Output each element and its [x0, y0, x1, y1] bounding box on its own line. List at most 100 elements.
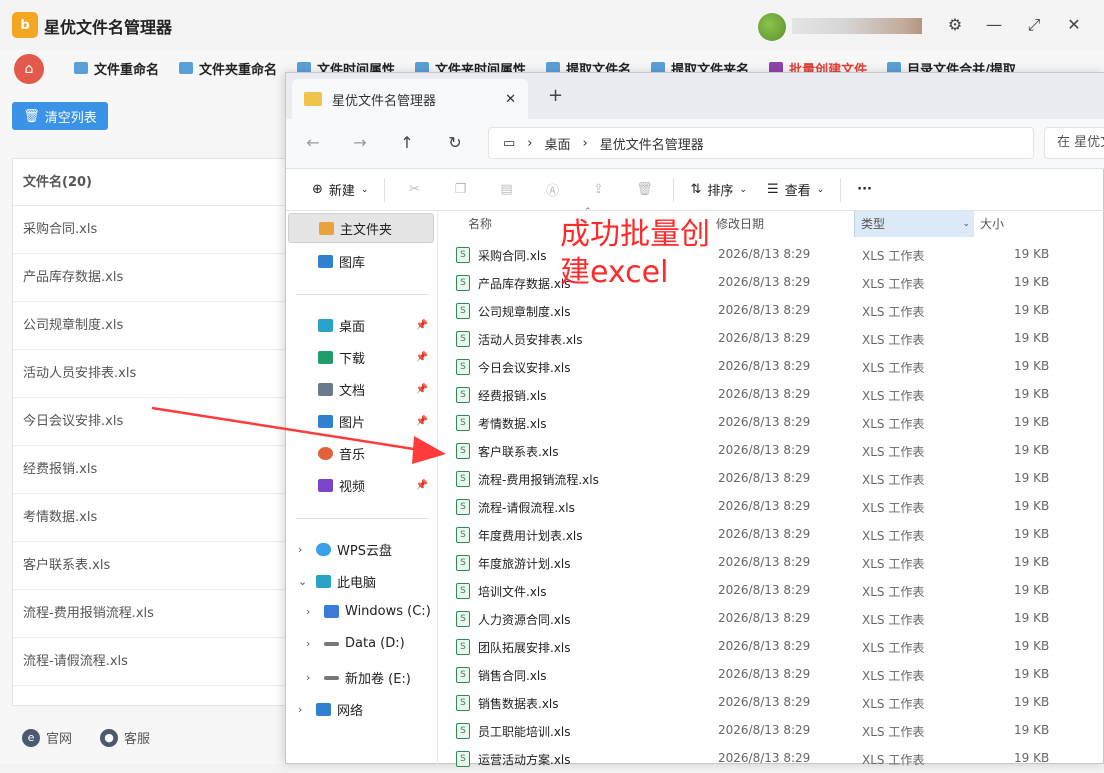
minimize-button[interactable]: — [983, 14, 1005, 36]
rename-icon[interactable]: Ⓐ [529, 175, 575, 205]
settings-icon[interactable]: ⚙ [944, 14, 966, 36]
chevron-right-icon[interactable]: › [306, 605, 318, 618]
windows-drive-icon [324, 605, 339, 618]
pin-icon[interactable]: 📌 [416, 320, 428, 331]
file-name: 团队拓展安排.xls [478, 641, 571, 655]
sidebar-item-drive-d[interactable]: › Data (D:) [306, 636, 405, 651]
list-item[interactable]: 客户联系表.xls [13, 542, 301, 590]
list-item[interactable]: 考情数据.xls [13, 494, 301, 542]
file-name: 销售数据表.xls [478, 697, 559, 711]
file-name: 经费报销.xls [478, 389, 547, 403]
back-icon[interactable]: ← [302, 133, 324, 152]
delete-icon[interactable]: 🗑 [621, 175, 667, 205]
address-bar-row: ← → ↑ ↻ ▭ › 桌面 › 星优文件名管理器 在 星优文 [286, 119, 1104, 169]
share-icon[interactable]: ⇪ [575, 175, 621, 205]
avatar[interactable] [758, 13, 786, 41]
sidebar-item-downloads[interactable]: 下载 📌 [318, 348, 436, 367]
sidebar-item-thispc[interactable]: ⌄ 此电脑 [298, 572, 376, 591]
table-row[interactable]: S 流程-请假流程.xls 2026/8/13 8:29 XLS 工作表 19 KB [438, 493, 1104, 521]
table-row[interactable]: S 客户联系表.xls 2026/8/13 8:29 XLS 工作表 19 KB [438, 437, 1104, 465]
list-item[interactable]: 流程-费用报销流程.xls [13, 590, 301, 638]
copy-icon[interactable]: ❐ [437, 175, 483, 205]
file-type: XLS 工作表 [862, 557, 925, 571]
support-link[interactable]: ● 客服 [100, 728, 150, 747]
file-type: XLS 工作表 [862, 725, 925, 739]
up-icon[interactable]: ↑ [396, 133, 418, 152]
list-item[interactable]: 公司规章制度.xls [13, 302, 301, 350]
address-bar[interactable]: ▭ › 桌面 › 星优文件名管理器 [488, 127, 1034, 159]
pin-icon[interactable]: 📌 [416, 384, 428, 395]
chevron-right-icon[interactable]: › [306, 637, 318, 650]
sidebar-item-documents[interactable]: 文档 📌 [318, 380, 436, 399]
xls-file-icon: S [456, 751, 470, 767]
table-row[interactable]: S 员工职能培训.xls 2026/8/13 8:29 XLS 工作表 19 KB [438, 717, 1104, 745]
chevron-right-icon[interactable]: › [298, 703, 310, 716]
table-row[interactable]: S 产品库存数据.xls 2026/8/13 8:29 XLS 工作表 19 KB [438, 269, 1104, 297]
table-row[interactable]: S 考情数据.xls 2026/8/13 8:29 XLS 工作表 19 KB [438, 409, 1104, 437]
table-row[interactable]: S 经费报销.xls 2026/8/13 8:29 XLS 工作表 19 KB [438, 381, 1104, 409]
home-button[interactable]: ⌂ [14, 54, 44, 84]
chevron-down-icon[interactable]: ⌄ [298, 575, 310, 588]
pin-icon[interactable]: 📌 [416, 480, 428, 491]
forward-icon[interactable]: → [349, 133, 371, 152]
table-row[interactable]: S 人力资源合同.xls 2026/8/13 8:29 XLS 工作表 19 KB [438, 605, 1104, 633]
table-row[interactable]: S 公司规章制度.xls 2026/8/13 8:29 XLS 工作表 19 KB [438, 297, 1104, 325]
tab-file-rename[interactable]: 文件重命名 [64, 57, 169, 79]
explorer-tab[interactable]: 星优文件名管理器 ✕ [292, 79, 528, 119]
chevron-right-icon[interactable]: › [306, 671, 318, 684]
table-row[interactable]: S 运营活动方案.xls 2026/8/13 8:29 XLS 工作表 19 KB [438, 745, 1104, 773]
chevron-right-icon[interactable]: › [298, 543, 310, 556]
list-item[interactable]: 流程-请假流程.xls [13, 638, 301, 686]
website-link[interactable]: e 官网 [22, 728, 72, 747]
sidebar-item-drive-c[interactable]: › Windows (C:) [306, 604, 431, 619]
sort-button[interactable]: ⇅ 排序 ⌄ [680, 175, 756, 205]
clear-list-button[interactable]: 🗑 清空列表 [12, 102, 108, 130]
new-button[interactable]: ⊕ 新建 ⌄ [302, 175, 378, 205]
sidebar-item-home[interactable]: 主文件夹 [288, 213, 434, 243]
file-size: 19 KB [1014, 723, 1050, 737]
breadcrumb-item[interactable]: 星优文件名管理器 [600, 134, 704, 153]
home-icon [319, 221, 334, 235]
table-row[interactable]: S 今日会议安排.xls 2026/8/13 8:29 XLS 工作表 19 KB [438, 353, 1104, 381]
maximize-button[interactable]: ⤢ [1023, 14, 1045, 36]
refresh-icon[interactable]: ↻ [444, 133, 466, 152]
table-row[interactable]: S 团队拓展安排.xls 2026/8/13 8:29 XLS 工作表 19 KB [438, 633, 1104, 661]
sidebar-item-drive-e[interactable]: › 新加卷 (E:) [306, 668, 411, 687]
tab-folder-rename[interactable]: 文件夹重命名 [169, 57, 287, 79]
table-row[interactable]: S 活动人员安排表.xls 2026/8/13 8:29 XLS 工作表 19 KB [438, 325, 1104, 353]
chevron-down-icon[interactable]: ⌄ [962, 211, 970, 237]
view-button[interactable]: ☰ 查看 ⌄ [757, 175, 834, 205]
sidebar-item-network[interactable]: › 网络 [298, 700, 363, 719]
table-row[interactable]: S 流程-费用报销流程.xls 2026/8/13 8:29 XLS 工作表 19 KB [438, 465, 1104, 493]
column-header-type[interactable]: 类型 ⌄ [854, 211, 974, 237]
list-item[interactable]: 产品库存数据.xls [13, 254, 301, 302]
table-row[interactable]: S 年度费用计划表.xls 2026/8/13 8:29 XLS 工作表 19 KB [438, 521, 1104, 549]
file-name: 活动人员安排表.xls [478, 333, 583, 347]
table-row[interactable]: S 销售合同.xls 2026/8/13 8:29 XLS 工作表 19 KB [438, 661, 1104, 689]
list-item[interactable]: 活动人员安排表.xls [13, 350, 301, 398]
cut-icon[interactable]: ✂ [391, 175, 437, 205]
file-size: 19 KB [1014, 667, 1050, 681]
pin-icon[interactable]: 📌 [416, 352, 428, 363]
file-size: 19 KB [1014, 415, 1050, 429]
tab-close-icon[interactable]: ✕ [505, 92, 516, 107]
new-tab-button[interactable]: + [548, 85, 563, 106]
table-row[interactable]: S 销售数据表.xls 2026/8/13 8:29 XLS 工作表 19 KB [438, 689, 1104, 717]
more-icon[interactable]: ··· [847, 175, 882, 205]
table-row[interactable]: S 年度旅游计划.xls 2026/8/13 8:29 XLS 工作表 19 KB [438, 549, 1104, 577]
sidebar-item-wps[interactable]: › WPS云盘 [298, 540, 392, 559]
paste-icon[interactable]: ▤ [483, 175, 529, 205]
table-row[interactable]: S 培训文件.xls 2026/8/13 8:29 XLS 工作表 19 KB [438, 577, 1104, 605]
sidebar-item-desktop[interactable]: 桌面 📌 [318, 316, 436, 335]
sidebar-item-videos[interactable]: 视频 📌 [318, 476, 436, 495]
file-date: 2026/8/13 8:29 [718, 359, 811, 373]
search-input[interactable]: 在 星优文 [1044, 127, 1104, 159]
list-item[interactable]: 采购合同.xls [13, 206, 301, 254]
sidebar-item-gallery[interactable]: 图库 [318, 252, 365, 271]
file-date: 2026/8/13 8:29 [718, 639, 811, 653]
column-header-size[interactable]: 大小 [980, 211, 1060, 237]
breadcrumb-item[interactable]: 桌面 [545, 134, 571, 153]
close-button[interactable]: ✕ [1063, 14, 1085, 36]
file-name: 年度费用计划表.xls [478, 529, 583, 543]
table-row[interactable]: S 采购合同.xls 2026/8/13 8:29 XLS 工作表 19 KB [438, 241, 1104, 269]
